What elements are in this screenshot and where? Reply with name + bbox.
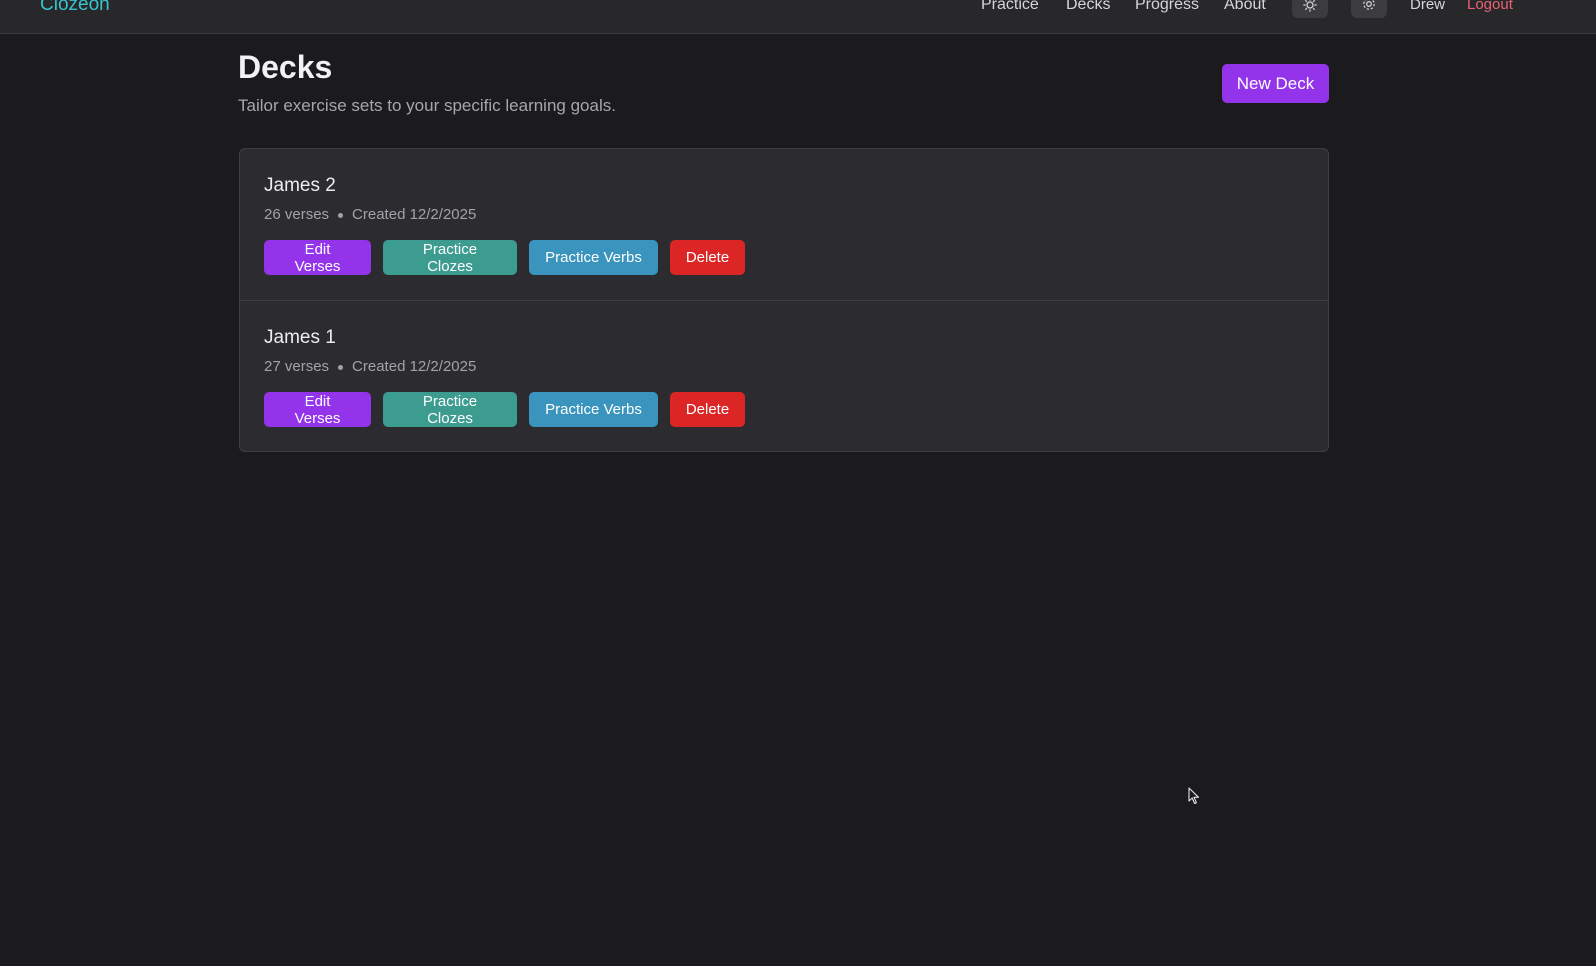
page-subtitle: Tailor exercise sets to your specific le…: [238, 96, 616, 115]
deck-verse-count: 26 verses: [264, 206, 330, 223]
nav-link-progress[interactable]: Progress: [1135, 0, 1199, 15]
delete-deck-button[interactable]: Delete: [670, 392, 745, 427]
new-deck-button[interactable]: New Deck: [1222, 64, 1329, 103]
gear-icon: [1363, 0, 1375, 10]
deck-actions: Edit Verses Practice Clozes Practice Ver…: [264, 240, 745, 275]
separator-dot-icon: [338, 364, 344, 370]
deck-card: James 2 26 verses Created 12/2/2025 Edit…: [240, 149, 1328, 300]
nav-link-decks[interactable]: Decks: [1066, 0, 1110, 15]
deck-meta: 26 verses Created 12/2/2025: [264, 206, 476, 224]
deck-name: James 1: [264, 327, 336, 348]
top-nav-bar: Clozeon Practice Decks Progress About Dr…: [0, 0, 1596, 34]
deck-card: James 1 27 verses Created 12/2/2025 Edit…: [240, 300, 1328, 451]
delete-deck-button[interactable]: Delete: [670, 240, 745, 275]
theme-toggle-button[interactable]: [1292, 0, 1328, 18]
sun-icon: [1303, 0, 1317, 12]
nav-link-about[interactable]: About: [1224, 0, 1266, 15]
practice-clozes-button[interactable]: Practice Clozes: [383, 240, 517, 275]
deck-created-date: Created 12/2/2025: [352, 358, 477, 375]
separator-dot-icon: [338, 212, 344, 218]
page-title: Decks: [238, 49, 333, 85]
practice-verbs-button[interactable]: Practice Verbs: [529, 240, 658, 275]
deck-created-date: Created 12/2/2025: [352, 206, 477, 223]
deck-meta: 27 verses Created 12/2/2025: [264, 358, 476, 376]
logout-link[interactable]: Logout: [1467, 0, 1513, 15]
deck-list: James 2 26 verses Created 12/2/2025 Edit…: [239, 148, 1329, 452]
settings-button[interactable]: [1351, 0, 1387, 18]
deck-verse-count: 27 verses: [264, 358, 330, 375]
nav-link-practice[interactable]: Practice: [981, 0, 1039, 15]
practice-clozes-button[interactable]: Practice Clozes: [383, 392, 517, 427]
user-name[interactable]: Drew: [1410, 0, 1445, 15]
brand-logo[interactable]: Clozeon: [40, 0, 110, 16]
edit-verses-button[interactable]: Edit Verses: [264, 392, 371, 427]
deck-name: James 2: [264, 175, 336, 196]
mouse-cursor-icon: [1188, 787, 1200, 805]
edit-verses-button[interactable]: Edit Verses: [264, 240, 371, 275]
practice-verbs-button[interactable]: Practice Verbs: [529, 392, 658, 427]
deck-actions: Edit Verses Practice Clozes Practice Ver…: [264, 392, 745, 427]
